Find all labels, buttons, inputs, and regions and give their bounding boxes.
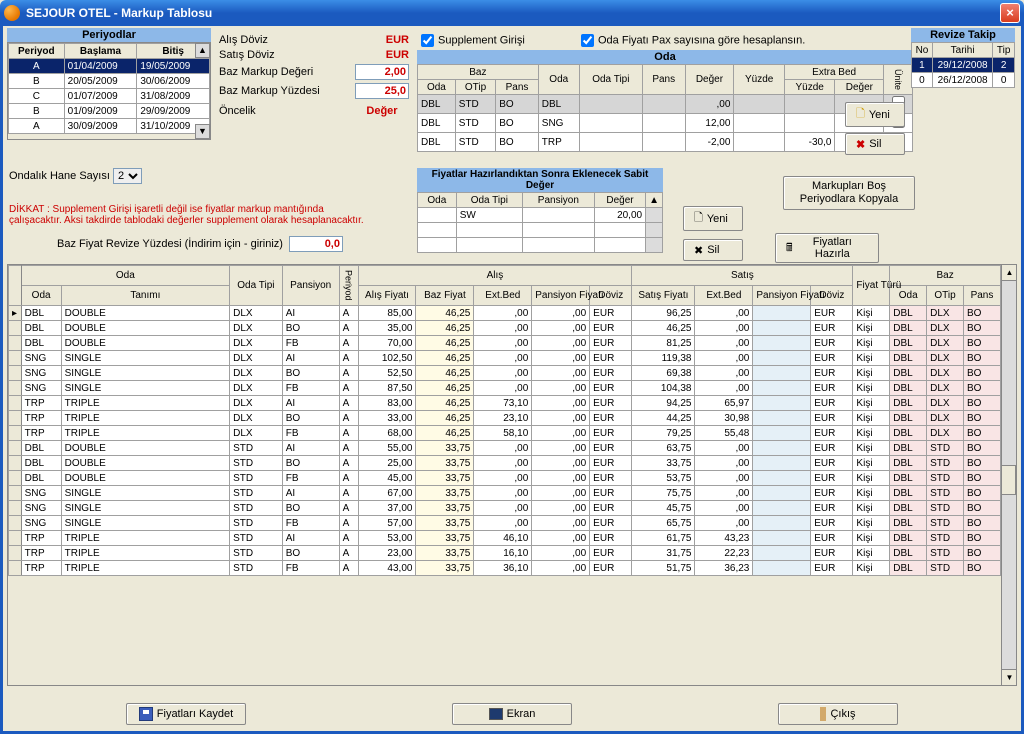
periods-scroll-down[interactable]: ▼ xyxy=(195,124,210,139)
table-row[interactable]: TRPTRIPLEDLXAIA83,0046,2573,10,00EUR94,2… xyxy=(9,396,1001,411)
screen-icon xyxy=(489,708,503,720)
oda-header: Oda xyxy=(417,50,913,64)
titlebar[interactable]: SEJOUR OTEL - Markup Tablosu × xyxy=(0,0,1024,26)
oda-side-buttons: 🗋Yeni ✖Sil xyxy=(845,102,905,155)
baz-markup-label: Baz Markup Değeri xyxy=(219,66,313,78)
oncelik-value[interactable]: Değer xyxy=(355,105,409,117)
delete-icon: ✖ xyxy=(856,138,865,151)
oda-col-oda: Oda xyxy=(538,65,579,95)
table-row[interactable]: ▸DBLDOUBLEDLXAIA85,0046,25,00,00EUR96,25… xyxy=(9,306,1001,321)
satis-doviz-value: EUR xyxy=(386,49,409,61)
kopyala-button[interactable]: Markupları Boş Periyodlara Kopyala xyxy=(783,176,915,210)
revize-yuzdesi-field: Baz Fiyat Revize Yüzdesi (İndirim için -… xyxy=(57,236,343,252)
period-row[interactable]: B20/05/200930/06/2009 xyxy=(9,74,210,89)
table-row[interactable]: DBLDOUBLESTDBOA25,0033,75,00,00EUR33,75,… xyxy=(9,456,1001,471)
table-row[interactable]: DBLDOUBLESTDAIA55,0033,75,00,00EUR63,75,… xyxy=(9,441,1001,456)
oda-row[interactable]: DBLSTDBOSNG12,00 xyxy=(418,114,913,133)
table-row[interactable]: DBLDOUBLEDLXBOA35,0046,25,00,00EUR46,25,… xyxy=(9,321,1001,336)
kaydet-button[interactable]: Fiyatları Kaydet xyxy=(126,703,246,725)
baz-markup-yuz-input[interactable] xyxy=(355,83,409,99)
periods-header: Periyodlar xyxy=(7,28,211,42)
delete-icon: ✖ xyxy=(694,244,703,257)
alis-doviz-label: Alış Döviz xyxy=(219,34,268,46)
sabit-header: Fiyatlar Hazırlandıktan Sonra Eklenecek … xyxy=(417,168,663,192)
app-icon xyxy=(4,5,20,21)
oda-col-yuzde: Yüzde xyxy=(734,65,785,95)
oda-col-pans: Pans xyxy=(642,65,685,95)
table-row[interactable]: DBLDOUBLEDLXFBA70,0046,25,00,00EUR81,25,… xyxy=(9,336,1001,351)
baz-markup-input[interactable] xyxy=(355,64,409,80)
new-icon: 🗋 xyxy=(856,105,865,124)
supplement-checkbox[interactable]: Supplement Girişi xyxy=(421,34,525,47)
revize-panel: Revize Takip NoTarihiTip 129/12/20082026… xyxy=(911,28,1015,88)
revize-row[interactable]: 026/12/20080 xyxy=(912,73,1015,88)
oda-col-deger: Değer xyxy=(685,65,734,95)
period-row[interactable]: B01/09/200929/09/2009 xyxy=(9,104,210,119)
revize-row[interactable]: 129/12/20082 xyxy=(912,58,1015,73)
oda-col-unite: Ünite xyxy=(884,65,913,95)
periods-panel: Periyodlar PeriyodBaşlamaBitiş A01/04/20… xyxy=(7,28,211,140)
periods-scroll-up[interactable]: ▲ xyxy=(195,43,210,58)
ondalik-select[interactable]: 2 xyxy=(113,168,142,184)
save-icon xyxy=(139,707,153,721)
revize-header: Revize Takip xyxy=(911,28,1015,42)
window-title: SEJOUR OTEL - Markup Tablosu xyxy=(26,6,1000,20)
table-row[interactable]: TRPTRIPLEDLXBOA33,0046,2523,10,00EUR44,2… xyxy=(9,411,1001,426)
fiyatlari-hazirla-button[interactable]: 🖩Fiyatları Hazırla xyxy=(775,233,879,263)
markup-fields: Alış Döviz EUR Satış Döviz EUR Baz Markup … xyxy=(219,34,409,120)
table-row[interactable]: TRPTRIPLESTDAIA53,0033,7546,10,00EUR61,7… xyxy=(9,531,1001,546)
exit-icon xyxy=(820,707,826,721)
revize-table[interactable]: NoTarihiTip 129/12/20082026/12/20080 xyxy=(911,42,1015,88)
table-row[interactable]: DBLDOUBLESTDFBA45,0033,75,00,00EUR53,75,… xyxy=(9,471,1001,486)
dikkat-text: DİKKAT : Supplement Girişi işaretli deği… xyxy=(9,204,379,226)
close-icon[interactable]: × xyxy=(1000,3,1020,23)
sabit-sil-button[interactable]: ✖Sil xyxy=(683,239,743,261)
alis-doviz-value: EUR xyxy=(386,34,409,46)
sabit-deger-panel: Fiyatlar Hazırlandıktan Sonra Eklenecek … xyxy=(417,168,663,253)
table-row[interactable]: TRPTRIPLESTDFBA43,0033,7536,10,00EUR51,7… xyxy=(9,561,1001,576)
revyz-input[interactable] xyxy=(289,236,343,252)
table-row[interactable]: SNGSINGLESTDBOA37,0033,75,00,00EUR45,75,… xyxy=(9,501,1001,516)
table-row[interactable]: TRPTRIPLESTDBOA23,0033,7516,10,00EUR31,7… xyxy=(9,546,1001,561)
oda-sil-button[interactable]: ✖Sil xyxy=(845,133,905,155)
ondalik-field: Ondalık Hane Sayısı 2 xyxy=(9,168,142,184)
ondalik-label: Ondalık Hane Sayısı xyxy=(9,170,110,182)
table-row[interactable]: SNGSINGLEDLXBOA52,5046,25,00,00EUR69,38,… xyxy=(9,366,1001,381)
sabit-table[interactable]: OdaOda TipiPansiyonDeğer▲ SW20,00 xyxy=(417,192,663,253)
oda-row[interactable]: DBLSTDBOTRP-2,00-30,0 xyxy=(418,133,913,152)
new-icon: 🗋 xyxy=(694,209,703,228)
oda-panel: Oda Baz Oda Oda Tipi Pans Değer Yüzde Ex… xyxy=(417,48,913,152)
oncelik-label: Öncelik xyxy=(219,105,256,117)
table-row[interactable]: SNGSINGLESTDFBA57,0033,75,00,00EUR65,75,… xyxy=(9,516,1001,531)
table-row[interactable]: SNGSINGLESTDAIA67,0033,75,00,00EUR75,75,… xyxy=(9,486,1001,501)
footer-buttons: Fiyatları Kaydet Ekran Çıkış xyxy=(3,703,1021,725)
grid-scroll-thumb[interactable] xyxy=(1001,465,1016,495)
period-row[interactable]: A01/04/200919/05/2009 xyxy=(9,59,210,74)
ekran-button[interactable]: Ekran xyxy=(452,703,572,725)
revyz-label: Baz Fiyat Revize Yüzdesi (İndirim için -… xyxy=(57,238,283,250)
cikis-button[interactable]: Çıkış xyxy=(778,703,898,725)
baz-markup-yuz-label: Baz Markup Yüzdesi xyxy=(219,85,320,97)
oda-table[interactable]: Baz Oda Oda Tipi Pans Değer Yüzde Extra … xyxy=(417,64,913,152)
oda-col-odatipi: Oda Tipi xyxy=(579,65,642,95)
calc-icon: 🖩 xyxy=(786,239,793,258)
periods-table[interactable]: PeriyodBaşlamaBitiş A01/04/200919/05/200… xyxy=(8,43,210,134)
sabit-yeni-button[interactable]: 🗋Yeni xyxy=(683,206,743,231)
table-row[interactable]: TRPTRIPLEDLXFBA68,0046,2558,10,00EUR79,2… xyxy=(9,426,1001,441)
oda-yeni-button[interactable]: 🗋Yeni xyxy=(845,102,905,127)
grid-scrollbar[interactable] xyxy=(1001,265,1016,685)
sabit-row[interactable]: SW20,00 xyxy=(418,208,663,223)
period-row[interactable]: A30/09/200931/10/2009 xyxy=(9,119,210,134)
table-row[interactable]: SNGSINGLEDLXAIA102,5046,25,00,00EUR119,3… xyxy=(9,351,1001,366)
pax-checkbox[interactable]: Oda Fiyatı Pax sayısına göre hesaplansın… xyxy=(581,34,805,47)
price-grid[interactable]: Oda Oda Tipi Pansiyon Periyod Alış Satış… xyxy=(7,264,1017,686)
oda-row[interactable]: DBLSTDBODBL,00 xyxy=(418,95,913,114)
table-row[interactable]: SNGSINGLEDLXFBA87,5046,25,00,00EUR104,38… xyxy=(9,381,1001,396)
satis-doviz-label: Satış Döviz xyxy=(219,49,275,61)
period-row[interactable]: C01/07/200931/08/2009 xyxy=(9,89,210,104)
sabit-side-buttons: 🗋Yeni ✖Sil xyxy=(683,206,743,261)
